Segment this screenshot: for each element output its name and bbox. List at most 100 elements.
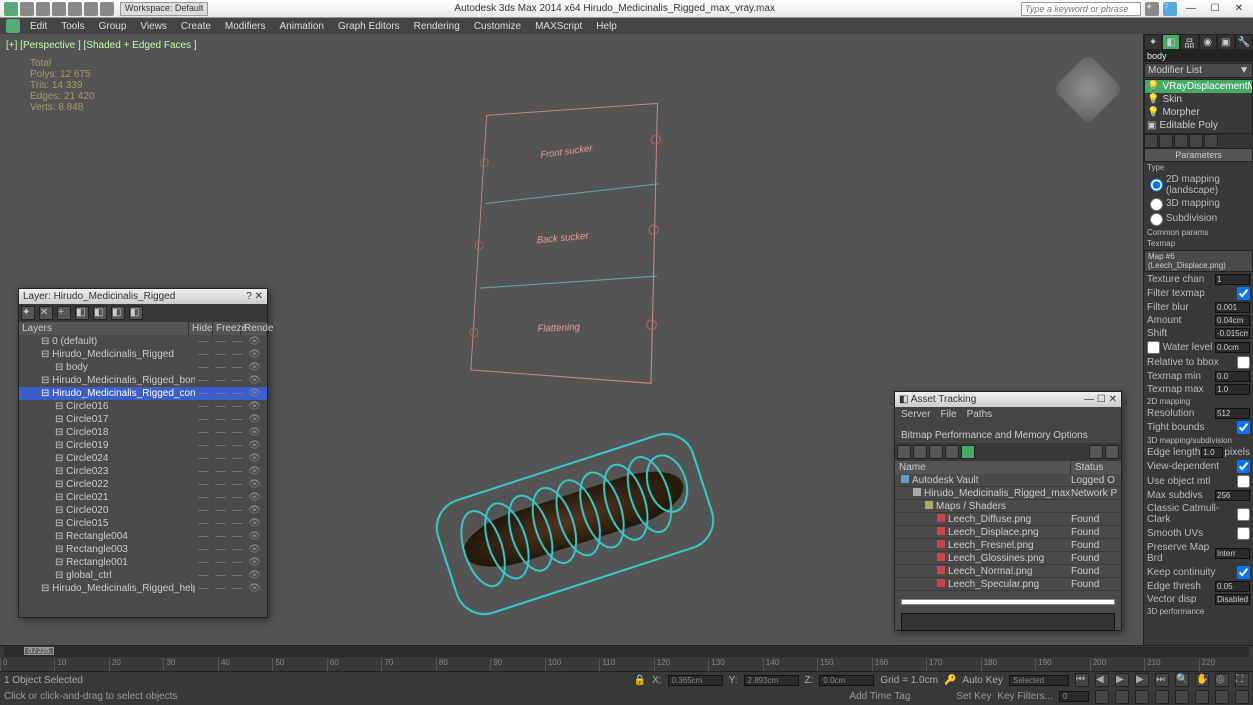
tab-create[interactable]: ✦	[1144, 34, 1162, 50]
setkey-button[interactable]: Set Key	[956, 691, 991, 702]
radio-2d[interactable]	[1150, 174, 1163, 196]
link-icon[interactable]	[100, 2, 114, 16]
select-obj-icon[interactable]: ◧	[75, 306, 89, 320]
radio-sub[interactable]	[1150, 213, 1163, 226]
key-icon[interactable]: 🔑	[944, 675, 956, 686]
lock-icon[interactable]: 🔒	[634, 675, 646, 686]
layer-row[interactable]: ⊟ Circle015———👁	[19, 517, 267, 530]
save-icon[interactable]	[52, 2, 66, 16]
object-name[interactable]: body	[1144, 50, 1253, 62]
params-header[interactable]: Parameters	[1144, 148, 1253, 162]
asset-tree-icon[interactable]	[1089, 445, 1103, 459]
nav-pan-icon[interactable]: ✋	[1195, 673, 1209, 687]
asset-close-icon[interactable]: ✕	[1109, 394, 1117, 405]
vecdisp-input[interactable]	[1215, 594, 1250, 605]
viewdep-check[interactable]	[1237, 460, 1250, 473]
layer-row[interactable]: ⊟ Circle016———👁	[19, 400, 267, 413]
timeline[interactable]: 0 / 225 01020304050607080901001101201301…	[0, 645, 1253, 671]
asset-col-status[interactable]: Status	[1071, 461, 1121, 474]
nav5-icon[interactable]	[1155, 690, 1169, 704]
useobjmtl-check[interactable]	[1237, 475, 1250, 488]
nav9-icon[interactable]	[1235, 690, 1249, 704]
col-render[interactable]: Rende	[241, 322, 267, 335]
open-icon[interactable]	[36, 2, 50, 16]
goto-end-icon[interactable]: ⏭	[1155, 673, 1169, 687]
menu-help[interactable]: Help	[596, 21, 617, 32]
asset-row[interactable]: Leech_Normal.pngFound	[895, 565, 1121, 578]
layer-row[interactable]: ⊟ Circle021———👁	[19, 491, 267, 504]
app-icon[interactable]	[4, 2, 18, 16]
asset-row[interactable]: Leech_Fresnel.pngFound	[895, 539, 1121, 552]
nav8-icon[interactable]	[1215, 690, 1229, 704]
layer-row[interactable]: ⊟ Circle023———👁	[19, 465, 267, 478]
undo-icon[interactable]	[68, 2, 82, 16]
resolution-input[interactable]	[1215, 408, 1250, 419]
asset-list[interactable]: Autodesk VaultLogged OHirudo_Medicinalis…	[895, 474, 1121, 591]
radio-3d[interactable]	[1150, 198, 1163, 211]
show-result-icon[interactable]	[1159, 134, 1173, 148]
time-slider-handle[interactable]: 0 / 225	[24, 647, 54, 655]
layer-row[interactable]: ⊟ Hirudo_Medicinalis_Rigged_helpers———👁	[19, 582, 267, 595]
col-freeze[interactable]: Freeze	[213, 322, 241, 335]
col-hide[interactable]: Hide	[189, 322, 213, 335]
menu-customize[interactable]: Customize	[474, 21, 521, 32]
key-filter-dropdown[interactable]: Selected	[1009, 675, 1069, 686]
catmull-check[interactable]	[1237, 508, 1250, 521]
layer-help-icon[interactable]: ?	[246, 291, 252, 302]
remove-mod-icon[interactable]	[1189, 134, 1203, 148]
layer-list[interactable]: ⊟ 0 (default)———👁⊟ Hirudo_Medicinalis_Ri…	[19, 335, 267, 595]
search-input[interactable]	[1021, 2, 1141, 16]
menu-edit[interactable]: Edit	[30, 21, 47, 32]
layer-row[interactable]: ⊟ Rectangle003———👁	[19, 543, 267, 556]
prev-frame-icon[interactable]: ◀	[1095, 673, 1109, 687]
asset-menu-server[interactable]: Server	[901, 409, 930, 420]
freeze-icon[interactable]: ◧	[129, 306, 143, 320]
autokey-button[interactable]: Auto Key	[962, 675, 1003, 686]
keyfilters-button[interactable]: Key Filters...	[997, 691, 1053, 702]
menu-modifiers[interactable]: Modifiers	[225, 21, 266, 32]
edgelen-input[interactable]	[1201, 447, 1223, 458]
tab-motion[interactable]: ◉	[1199, 34, 1217, 50]
asset-scroll[interactable]	[901, 599, 1115, 605]
tab-hierarchy[interactable]: 品	[1180, 34, 1198, 50]
frame-input[interactable]: 0	[1059, 691, 1089, 702]
layer-row[interactable]: ⊟ Rectangle001———👁	[19, 556, 267, 569]
layer-row[interactable]: ⊟ Hirudo_Medicinalis_Rigged_bones———👁	[19, 374, 267, 387]
tab-display[interactable]: ▣	[1217, 34, 1235, 50]
asset-row[interactable]: Leech_Glossines.pngFound	[895, 552, 1121, 565]
layer-row[interactable]: ⊟ 0 (default)———👁	[19, 335, 267, 348]
layer-row[interactable]: ⊟ Hirudo_Medicinalis_Rigged———👁	[19, 348, 267, 361]
tab-utilities[interactable]: 🔧	[1235, 34, 1253, 50]
asset-btn2-icon[interactable]	[913, 445, 927, 459]
modifier-stack[interactable]: 💡VRayDisplacementMod 💡Skin 💡Morpher ▣Edi…	[1144, 79, 1253, 134]
layer-row[interactable]: ⊟ Circle020———👁	[19, 504, 267, 517]
asset-row[interactable]: Leech_Specular.pngFound	[895, 578, 1121, 591]
layer-row[interactable]: ⊟ Rectangle004———👁	[19, 530, 267, 543]
new-layer-icon[interactable]: ✦	[21, 306, 35, 320]
tmax-input[interactable]	[1215, 384, 1250, 395]
texchan-input[interactable]	[1215, 274, 1250, 285]
delete-layer-icon[interactable]: ✕	[39, 306, 53, 320]
asset-row[interactable]: Leech_Displace.pngFound	[895, 526, 1121, 539]
layer-row[interactable]: ⊟ Circle022———👁	[19, 478, 267, 491]
nav7-icon[interactable]	[1195, 690, 1209, 704]
coord-z[interactable]: 0.0cm	[819, 675, 874, 686]
asset-btn5-icon[interactable]	[961, 445, 975, 459]
waterlvl-input[interactable]	[1215, 342, 1250, 353]
timetag-button[interactable]: Add Time Tag	[849, 691, 910, 702]
layer-row[interactable]: ⊟ Hirudo_Medicinalis_Rigged_controllers—…	[19, 387, 267, 400]
asset-refresh-icon[interactable]	[897, 445, 911, 459]
tab-modify[interactable]: ◧	[1162, 34, 1180, 50]
asset-opts-icon[interactable]	[1105, 445, 1119, 459]
maxsub-input[interactable]	[1215, 490, 1250, 501]
filterblur-input[interactable]	[1215, 302, 1250, 313]
menu-create[interactable]: Create	[181, 21, 211, 32]
col-layers[interactable]: Layers	[19, 322, 189, 335]
layer-row[interactable]: ⊟ Circle018———👁	[19, 426, 267, 439]
edgethr-input[interactable]	[1215, 581, 1250, 592]
menu-animation[interactable]: Animation	[279, 21, 323, 32]
close-button[interactable]: ✕	[1229, 3, 1249, 15]
layer-row[interactable]: ⊟ body———👁	[19, 361, 267, 374]
menu-views[interactable]: Views	[140, 21, 167, 32]
asset-menu-bitmap[interactable]: Bitmap Performance and Memory Options	[901, 430, 1088, 441]
